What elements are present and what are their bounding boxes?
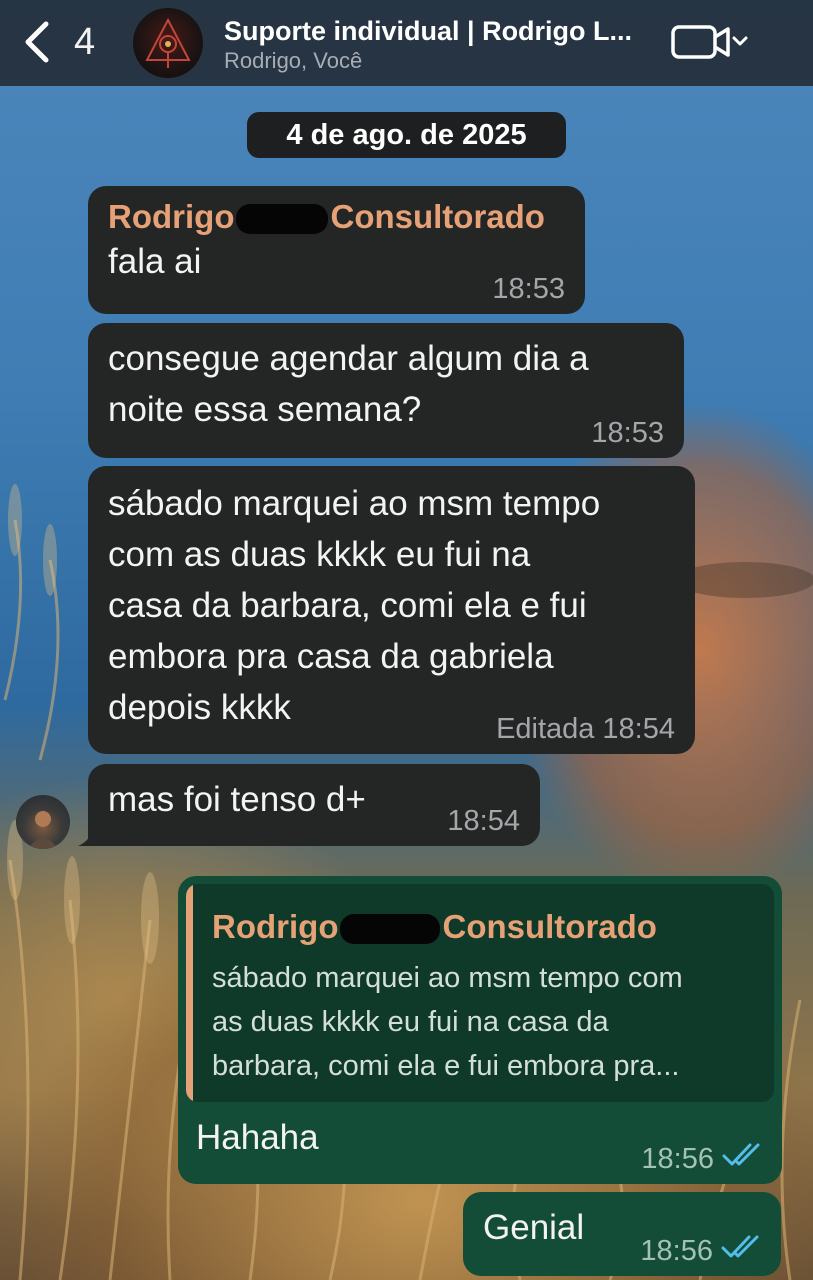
sender-first-name: Rodrigo: [108, 198, 235, 235]
redacted-name: [340, 914, 441, 945]
message-meta: 18:54: [447, 805, 520, 838]
message-line: noite essa semana?: [108, 390, 422, 429]
message-line: embora pra casa da gabriela: [108, 637, 554, 676]
message-line: com as duas kkkk eu fui na: [108, 535, 531, 574]
message-time: 18:56: [641, 1142, 714, 1175]
sender-name: Rodrigo Consultorado: [108, 198, 565, 236]
sender-avatar[interactable]: [16, 795, 70, 849]
redacted-name: [236, 204, 329, 235]
message-time: 18:54: [447, 805, 520, 837]
message-bubble-incoming[interactable]: Rodrigo Consultorado fala ai 18:53: [88, 186, 585, 314]
message-bubble-outgoing[interactable]: Genial 18:56: [463, 1192, 781, 1276]
message-meta: 18:56: [641, 1142, 762, 1176]
message-text: Hahaha: [196, 1118, 319, 1157]
quoted-sender-first-name: Rodrigo: [212, 908, 339, 945]
video-camera-icon: [671, 25, 730, 59]
message-time: 18:53: [591, 417, 664, 449]
message-text: Genial: [483, 1208, 585, 1247]
back-button[interactable]: 4: [22, 18, 95, 66]
message-text: consegue agendar algum dia a noite essa …: [108, 333, 664, 435]
date-separator: 4 de ago. de 2025: [247, 112, 566, 158]
chevron-down-icon: [732, 36, 748, 46]
message-line: consegue agendar algum dia a: [108, 339, 589, 378]
message-time: 18:56: [640, 1234, 713, 1267]
quoted-line: barbara, comi ela e fui embora pra...: [212, 1050, 680, 1082]
chevron-left-icon: [22, 20, 52, 64]
message-meta: 18:53: [591, 417, 664, 450]
message-time: 18:54: [602, 713, 675, 745]
quoted-message[interactable]: Rodrigo Consultorado sábado marquei ao ms…: [186, 884, 774, 1102]
group-avatar[interactable]: [133, 8, 203, 78]
chat-title: Suporte individual | Rodrigo L...: [224, 16, 633, 46]
message-text: sábado marquei ao msm tempo com as duas …: [108, 478, 675, 733]
sender-last-name: Consultorado: [330, 198, 545, 235]
message-bubble-outgoing[interactable]: Rodrigo Consultorado sábado marquei ao ms…: [178, 876, 782, 1184]
quoted-line: as duas kkkk eu fui na casa da: [212, 1006, 609, 1038]
edited-label: Editada: [496, 713, 595, 745]
message-meta: Editada 18:54: [496, 713, 675, 746]
chat-header: 4 Suporte individual | Rodrigo L... Rodr…: [0, 0, 813, 86]
quoted-text: sábado marquei ao msm tempo com as duas …: [212, 956, 772, 1088]
unread-count: 4: [74, 20, 96, 63]
message-bubble-incoming[interactable]: mas foi tenso d+ 18:54: [88, 764, 540, 846]
message-bubble-incoming[interactable]: consegue agendar algum dia a noite essa …: [88, 323, 684, 458]
chat-title-block[interactable]: Suporte individual | Rodrigo L... Rodrig…: [224, 14, 654, 74]
double-check-icon: [722, 1142, 762, 1176]
video-call-button[interactable]: [670, 22, 752, 62]
quoted-sender-name: Rodrigo Consultorado: [212, 908, 657, 946]
message-meta: 18:56: [640, 1234, 761, 1268]
message-line: sábado marquei ao msm tempo: [108, 484, 601, 523]
message-meta: 18:53: [492, 273, 565, 306]
message-line: casa da barbara, comi ela e fui: [108, 586, 587, 625]
chat-participants: Rodrigo, Você: [224, 48, 363, 73]
quoted-sender-last-name: Consultorado: [442, 908, 657, 945]
quote-accent-bar: [186, 884, 193, 1102]
double-check-icon: [721, 1234, 761, 1268]
quoted-line: sábado marquei ao msm tempo com: [212, 962, 683, 994]
message-bubble-incoming[interactable]: sábado marquei ao msm tempo com as duas …: [88, 466, 695, 754]
message-time: 18:53: [492, 273, 565, 305]
